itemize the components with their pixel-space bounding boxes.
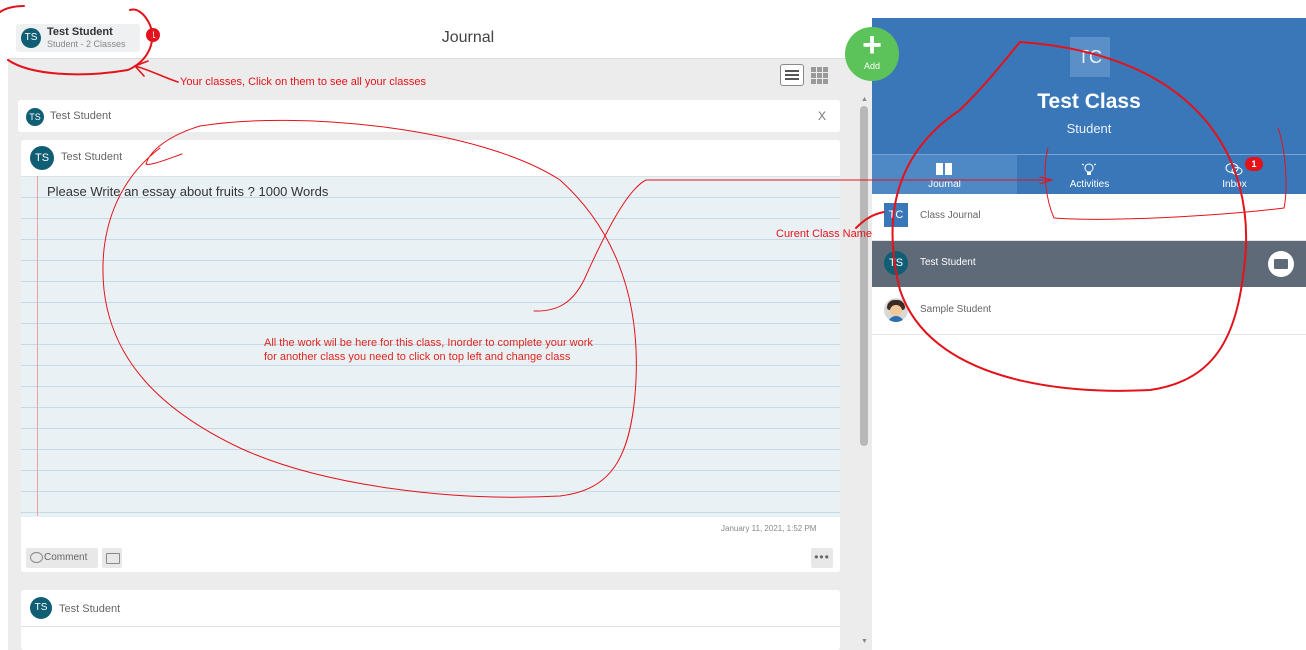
annotation-work-hint: All the work wil be here for this class,… [264, 337, 593, 363]
page-title: Journal [441, 29, 495, 46]
student-filter-card: TS Test Student X [18, 100, 840, 132]
folder-icon[interactable] [1268, 251, 1294, 277]
list-view-icon [785, 70, 799, 72]
annotation-classes-hint: Your classes, Click on them to see all y… [180, 76, 426, 88]
grid-view-button[interactable] [808, 64, 830, 84]
annotation-class-name-hint: Curent Class Name [776, 228, 872, 240]
folder-icon [106, 553, 120, 564]
avatar: TS [884, 251, 908, 275]
scroll-down-icon[interactable]: ▼ [861, 638, 868, 645]
tab-label: Inbox [1222, 179, 1247, 190]
class-avatar: TC [884, 203, 908, 227]
journal-post: TS Test Student [21, 590, 840, 650]
avatar: TS [26, 108, 44, 126]
comment-icon [30, 552, 43, 563]
folder-button[interactable] [102, 548, 122, 568]
scrollbar[interactable]: ▲ ▼ [858, 94, 870, 650]
class-role: Student [1066, 121, 1112, 136]
add-label: Add [863, 61, 880, 71]
user-name: Test Student [47, 26, 113, 38]
list-item-class-journal[interactable]: TC Class Journal [872, 194, 1306, 241]
lightbulb-icon [1081, 163, 1097, 175]
class-avatar: TC [1070, 37, 1110, 77]
class-tabs: Journal Activities 1 Inbox [872, 154, 1306, 195]
inbox-badge: 1 [1245, 157, 1263, 171]
grid-view-icon [811, 67, 816, 72]
post-text: Please Write an essay about fruits ? 100… [47, 184, 329, 199]
paper-margin-line [37, 176, 38, 516]
close-filter-button[interactable]: X [818, 109, 826, 123]
annotation-stroke [0, 5, 25, 13]
avatar: TS [21, 28, 41, 48]
book-icon [936, 163, 952, 175]
more-options-button[interactable]: ••• [811, 548, 833, 568]
plus-icon: + [862, 26, 882, 64]
comment-button[interactable]: Comment [26, 548, 98, 568]
journal-pane: TS Test Student Student - 2 Classes 1 Jo… [8, 18, 872, 650]
class-panel: TC Test Class Student Journal Activities… [872, 18, 1306, 650]
class-name: Test Class [1037, 90, 1141, 113]
avatar: TS [30, 146, 54, 170]
chat-bubbles-icon [1225, 163, 1243, 175]
avatar: TS [30, 597, 52, 619]
list-view-button[interactable] [780, 64, 804, 86]
divider [21, 626, 840, 627]
filter-student-name: Test Student [50, 110, 112, 122]
tab-activities[interactable]: Activities [1017, 155, 1162, 195]
scroll-up-icon[interactable]: ▲ [861, 96, 868, 103]
list-item-test-student[interactable]: TS Test Student [872, 241, 1306, 287]
add-button[interactable]: + Add [845, 27, 899, 81]
class-header: TC Test Class Student [872, 18, 1306, 154]
class-switcher-chip[interactable]: TS Test Student Student - 2 Classes 1 [16, 24, 160, 52]
list-item-label: Sample Student [920, 304, 992, 315]
tab-label: Activities [1069, 179, 1110, 190]
list-item-sample-student[interactable]: Sample Student [872, 288, 1306, 335]
post-author: Test Student [59, 603, 121, 615]
list-item-label: Test Student [920, 257, 976, 268]
scrollbar-thumb[interactable] [860, 106, 868, 446]
post-date: January 11, 2021, 1:52 PM [721, 524, 817, 533]
tab-journal[interactable]: Journal [872, 155, 1017, 195]
tab-inbox[interactable]: 1 Inbox [1162, 155, 1306, 195]
post-author: Test Student [61, 151, 123, 163]
comment-label: Comment [44, 552, 88, 563]
list-item-label: Class Journal [920, 210, 981, 221]
user-subtitle: Student - 2 Classes [47, 39, 126, 49]
tab-label: Journal [928, 179, 961, 190]
top-bar: TS Test Student Student - 2 Classes 1 Jo… [8, 18, 872, 59]
student-photo-icon [884, 298, 908, 322]
notification-badge: 1 [146, 28, 160, 42]
